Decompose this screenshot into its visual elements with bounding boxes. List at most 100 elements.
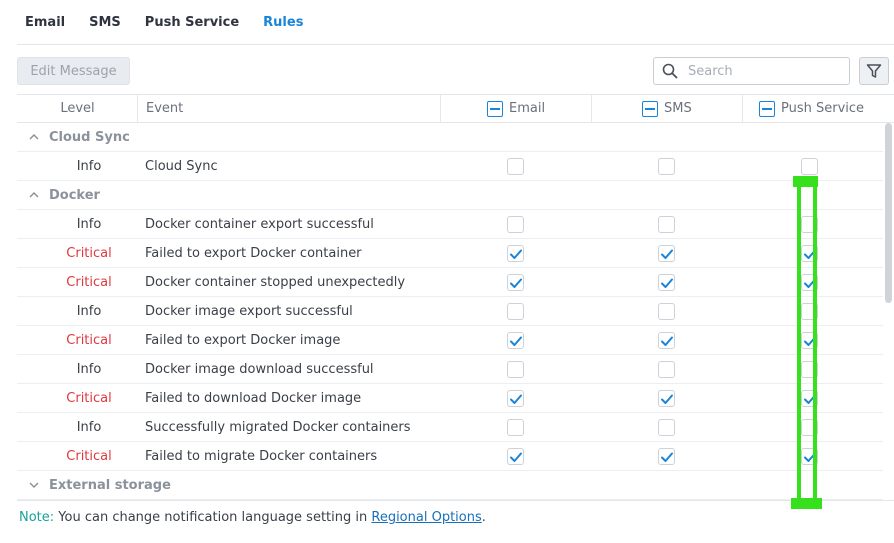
table-row: Critical Failed to migrate Docker contain… (17, 442, 883, 471)
group-label: Cloud Sync (49, 129, 130, 145)
email-checkbox[interactable] (507, 158, 524, 175)
table-header: Level Event Email SMS Push Service (17, 94, 894, 123)
email-checkbox[interactable] (507, 390, 524, 407)
email-select-all-checkbox[interactable] (487, 100, 503, 117)
email-checkbox[interactable] (507, 245, 524, 262)
event-cell: Failed to migrate Docker containers (145, 448, 378, 464)
check-icon (510, 336, 522, 346)
event-cell: Docker image download successful (145, 361, 374, 377)
level-cell: Info (76, 361, 102, 377)
email-checkbox[interactable] (507, 303, 524, 320)
vertical-scrollbar[interactable] (885, 123, 892, 303)
event-cell: Failed to export Docker container (145, 245, 362, 261)
highlight-box (797, 180, 817, 505)
sms-checkbox[interactable] (658, 158, 675, 175)
sms-checkbox[interactable] (658, 361, 675, 378)
tab-rules[interactable]: Rules (263, 0, 303, 45)
email-checkbox[interactable] (507, 448, 524, 465)
column-header-level[interactable]: Level (17, 95, 138, 122)
group-row: Docker (17, 181, 883, 210)
event-cell: Failed to download Docker image (145, 390, 362, 406)
sms-select-all-checkbox[interactable] (642, 100, 658, 117)
level-cell: Info (76, 419, 102, 435)
sms-checkbox[interactable] (658, 303, 675, 320)
level-cell: Critical (66, 274, 112, 290)
email-checkbox[interactable] (507, 216, 524, 233)
sms-checkbox[interactable] (658, 245, 675, 262)
column-header-email: Email (487, 95, 545, 122)
edit-message-button[interactable]: Edit Message (17, 57, 130, 85)
divider (17, 500, 894, 501)
email-checkbox[interactable] (507, 274, 524, 291)
check-icon (661, 336, 673, 346)
push-select-all-checkbox[interactable] (759, 100, 775, 117)
event-cell: Docker container stopped unexpectedly (145, 274, 406, 290)
level-cell: Critical (66, 332, 112, 348)
push-checkbox[interactable] (801, 158, 818, 175)
sms-checkbox[interactable] (658, 448, 675, 465)
table-row: Info Docker container export successful (17, 210, 883, 239)
search-icon (662, 63, 678, 79)
column-header-push-label: Push Service (781, 101, 865, 116)
highlight-box-bottom (791, 498, 822, 509)
email-checkbox[interactable] (507, 419, 524, 436)
tab-sms[interactable]: SMS (89, 0, 121, 45)
table-row: Critical Docker container stopped unexpec… (17, 268, 883, 297)
column-header-sms-label: SMS (664, 101, 692, 116)
search-box[interactable] (653, 57, 850, 85)
event-cell: Failed to export Docker image (145, 332, 341, 348)
regional-options-link[interactable]: Regional Options (371, 510, 481, 525)
sms-checkbox[interactable] (658, 332, 675, 349)
event-cell: Docker container export successful (145, 216, 374, 232)
search-input[interactable] (688, 63, 838, 79)
rules-table-body: Cloud Sync Info Cloud Sync Docker Info Docker… (17, 123, 883, 500)
email-checkbox[interactable] (507, 332, 524, 349)
check-icon (510, 452, 522, 462)
note-end: . (481, 510, 486, 525)
check-icon (510, 278, 522, 288)
group-label: Docker (49, 187, 100, 203)
toolbar: Edit Message (17, 57, 894, 85)
table-row: Critical Failed to download Docker image (17, 384, 883, 413)
check-icon (661, 394, 673, 404)
check-icon (510, 394, 522, 404)
table-row: Info Cloud Sync (17, 152, 883, 181)
note-text: You can change notification language set… (54, 510, 372, 525)
chevron-up-icon[interactable] (29, 132, 39, 142)
column-header-event[interactable]: Event (146, 95, 183, 122)
footer-note: Note: You can change notification langua… (19, 510, 486, 525)
table-row: Info Docker image download successful (17, 355, 883, 384)
level-cell: Info (76, 216, 102, 232)
tab-bar: Email SMS Push Service Rules (17, 0, 894, 45)
level-cell: Info (76, 303, 102, 319)
highlight-box-top (793, 176, 818, 187)
table-row: Info Successfully migrated Docker contain… (17, 413, 883, 442)
tab-email[interactable]: Email (25, 0, 65, 45)
column-header-email-label: Email (509, 101, 546, 116)
column-divider (591, 95, 592, 122)
check-icon (510, 249, 522, 259)
check-icon (661, 249, 673, 259)
sms-checkbox[interactable] (658, 390, 675, 407)
check-icon (661, 278, 673, 288)
group-row: Cloud Sync (17, 123, 883, 152)
email-checkbox[interactable] (507, 361, 524, 378)
sms-checkbox[interactable] (658, 274, 675, 291)
table-row: Critical Failed to export Docker image (17, 326, 883, 355)
event-cell: Successfully migrated Docker containers (145, 419, 411, 435)
note-label: Note: (19, 510, 55, 525)
level-cell: Info (76, 158, 102, 174)
sms-checkbox[interactable] (658, 419, 675, 436)
group-row: External storage (17, 471, 883, 500)
check-icon (661, 452, 673, 462)
filter-icon (866, 64, 882, 78)
chevron-down-icon[interactable] (29, 480, 39, 490)
event-cell: Cloud Sync (145, 158, 218, 174)
event-cell: Docker image export successful (145, 303, 353, 319)
chevron-up-icon[interactable] (29, 190, 39, 200)
column-header-push: Push Service (759, 95, 864, 122)
filter-button[interactable] (859, 57, 889, 85)
tab-push-service[interactable]: Push Service (145, 0, 239, 45)
sms-checkbox[interactable] (658, 216, 675, 233)
column-divider (440, 95, 441, 122)
